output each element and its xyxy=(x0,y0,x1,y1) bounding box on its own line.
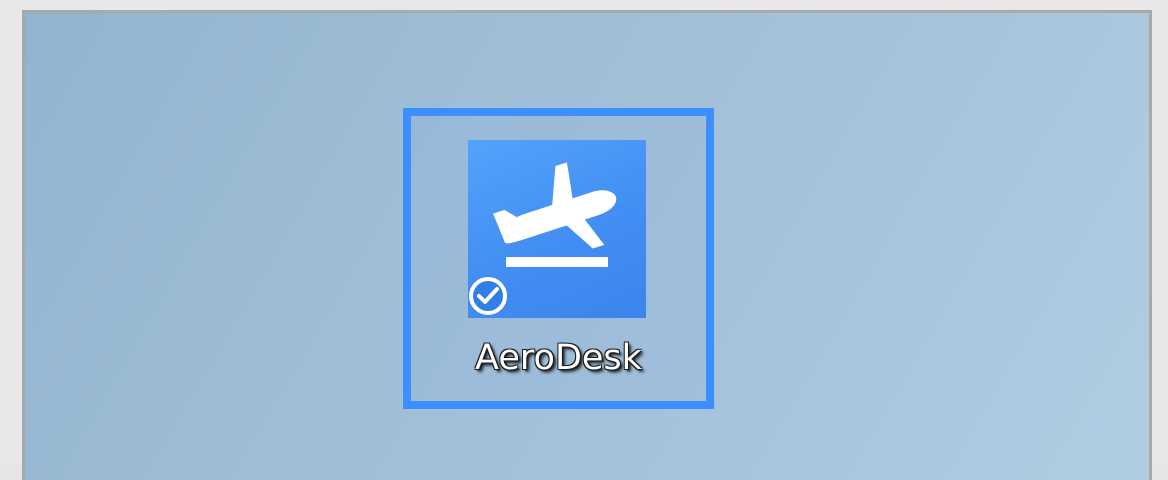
screen-frame: AeroDesk xyxy=(0,0,1168,480)
shortcut-label[interactable]: AeroDesk xyxy=(411,338,706,378)
aerodesk-app-icon[interactable] xyxy=(468,140,646,318)
desktop-background[interactable]: AeroDesk xyxy=(22,10,1152,480)
aerodesk-shortcut[interactable]: AeroDesk xyxy=(403,108,714,409)
shortcut-check-badge-icon xyxy=(469,277,507,315)
